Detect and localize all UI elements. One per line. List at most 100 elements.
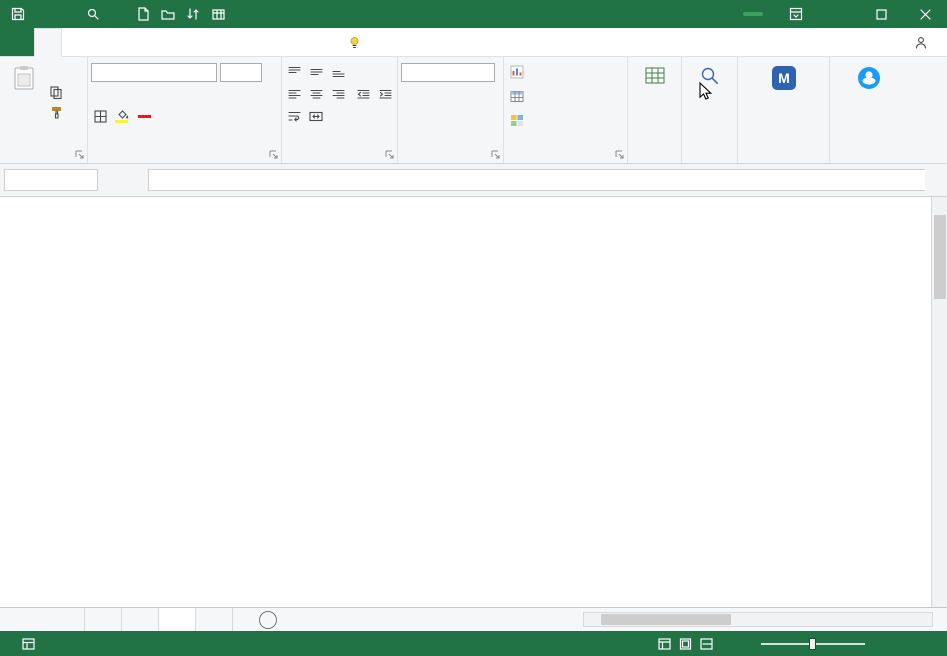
align-left-button[interactable]: [285, 85, 304, 103]
copy-button[interactable]: [45, 82, 67, 102]
paste-button[interactable]: [3, 60, 45, 145]
insert-table-icon[interactable]: [210, 6, 226, 22]
editing-button[interactable]: [685, 60, 734, 145]
decrease-decimal-button[interactable]: [423, 107, 442, 125]
name-box[interactable]: [4, 169, 98, 191]
tab-insert[interactable]: [62, 28, 88, 56]
scroll-down-icon[interactable]: [932, 591, 947, 607]
tab-developer[interactable]: [218, 28, 244, 56]
sheet-tab-sheet3[interactable]: [159, 608, 196, 631]
underline-dropdown[interactable]: [157, 85, 176, 103]
vertical-scrollbar[interactable]: [931, 197, 947, 607]
accounting-format-button[interactable]: [401, 85, 420, 103]
tab-formulas[interactable]: [114, 28, 140, 56]
font-name-select[interactable]: [91, 62, 217, 82]
minimize-button[interactable]: [815, 0, 859, 28]
normal-view-icon[interactable]: [658, 637, 671, 650]
number-dialog-launcher[interactable]: [491, 150, 500, 159]
undo-icon[interactable]: [35, 6, 51, 22]
zoom-slider[interactable]: [761, 637, 865, 650]
orientation-button[interactable]: [375, 63, 394, 81]
bold-button[interactable]: [91, 85, 110, 103]
align-bottom-button[interactable]: [329, 63, 348, 81]
clipboard-dialog-launcher[interactable]: [75, 150, 84, 159]
tab-file[interactable]: [0, 28, 34, 56]
merge-center-button[interactable]: [307, 107, 326, 125]
cut-button[interactable]: [45, 62, 67, 82]
increase-indent-button[interactable]: [376, 85, 395, 103]
styles-dialog-launcher[interactable]: [615, 150, 624, 159]
save-to-baidu-netdisk-button[interactable]: [833, 60, 905, 145]
align-top-button[interactable]: [285, 63, 304, 81]
tab-data[interactable]: [140, 28, 166, 56]
horizontal-scrollbar[interactable]: [583, 612, 933, 627]
maximize-button[interactable]: [859, 0, 903, 28]
ribbon: M: [0, 57, 947, 164]
redo-icon[interactable]: [60, 6, 76, 22]
new-document-icon[interactable]: [135, 6, 151, 22]
sheet-nav-prev-icon[interactable]: [0, 608, 22, 631]
wrap-text-button[interactable]: [285, 107, 304, 125]
vertical-scroll-thumb[interactable]: [933, 215, 946, 299]
formula-input[interactable]: [148, 169, 925, 191]
format-as-table-button[interactable]: [507, 84, 624, 108]
page-break-view-icon[interactable]: [700, 637, 713, 650]
shrink-font-button[interactable]: [259, 85, 278, 103]
fill-color-button[interactable]: [113, 107, 132, 125]
increase-decimal-button[interactable]: [401, 107, 420, 125]
save-icon[interactable]: [10, 6, 26, 22]
close-button[interactable]: [903, 0, 947, 28]
sheet-nav-next-icon[interactable]: [22, 608, 44, 631]
sheet-tab-sheet1[interactable]: [84, 608, 122, 631]
conditional-formatting-button[interactable]: [507, 60, 624, 84]
share-button[interactable]: [900, 28, 947, 56]
open-folder-icon[interactable]: [160, 6, 176, 22]
tab-scrollbar-splitter[interactable]: [571, 608, 583, 631]
sheet-tab-sheet2[interactable]: [122, 608, 159, 631]
email-icon[interactable]: [110, 6, 126, 22]
scroll-up-icon[interactable]: [932, 197, 947, 213]
number-format-select[interactable]: [401, 62, 495, 82]
tab-help[interactable]: [244, 28, 270, 56]
tab-home[interactable]: [34, 28, 62, 57]
tab-page-layout[interactable]: [88, 28, 114, 56]
underline-button[interactable]: [135, 85, 154, 103]
tab-review[interactable]: [166, 28, 192, 56]
font-size-select[interactable]: [220, 62, 262, 82]
borders-button[interactable]: [91, 107, 110, 125]
phonetic-guide-button[interactable]: [157, 107, 176, 125]
page-layout-view-icon[interactable]: [679, 637, 692, 650]
horizontal-scroll-thumb[interactable]: [601, 614, 731, 625]
login-button[interactable]: [743, 12, 763, 16]
align-middle-button[interactable]: [307, 63, 326, 81]
decrease-indent-button[interactable]: [354, 85, 373, 103]
tab-power-pivot[interactable]: [270, 28, 296, 56]
grow-font-button[interactable]: [237, 85, 256, 103]
tab-baidu-netdisk[interactable]: [296, 28, 322, 56]
comma-style-button[interactable]: [445, 85, 464, 103]
quick-access-toolbar: [0, 6, 251, 22]
customize-qat-icon[interactable]: [235, 6, 251, 22]
tell-me-search[interactable]: [336, 28, 379, 56]
cells-button[interactable]: [631, 60, 678, 145]
styles-group: [504, 57, 628, 163]
percent-style-button[interactable]: [423, 85, 442, 103]
italic-button[interactable]: [113, 85, 132, 103]
zoom-slider-thumb[interactable]: [809, 637, 816, 650]
font-color-button[interactable]: [135, 107, 154, 125]
ribbon-display-options-icon[interactable]: [789, 7, 803, 21]
new-sheet-button[interactable]: [259, 610, 277, 629]
send-to-mindmanager-button[interactable]: M: [741, 60, 826, 145]
alignment-dialog-launcher[interactable]: [385, 150, 394, 159]
macro-record-icon[interactable]: [22, 637, 35, 650]
font-dialog-launcher[interactable]: [269, 150, 278, 159]
cell-styles-button[interactable]: [507, 108, 624, 132]
format-painter-button[interactable]: [45, 102, 67, 122]
align-right-button[interactable]: [329, 85, 348, 103]
print-preview-icon[interactable]: [85, 6, 101, 22]
tab-view[interactable]: [192, 28, 218, 56]
align-center-button[interactable]: [307, 85, 326, 103]
cell-styles-icon: [511, 114, 523, 126]
sheet-tab-sheet4[interactable]: [196, 608, 233, 631]
sort-icon[interactable]: [185, 6, 201, 22]
